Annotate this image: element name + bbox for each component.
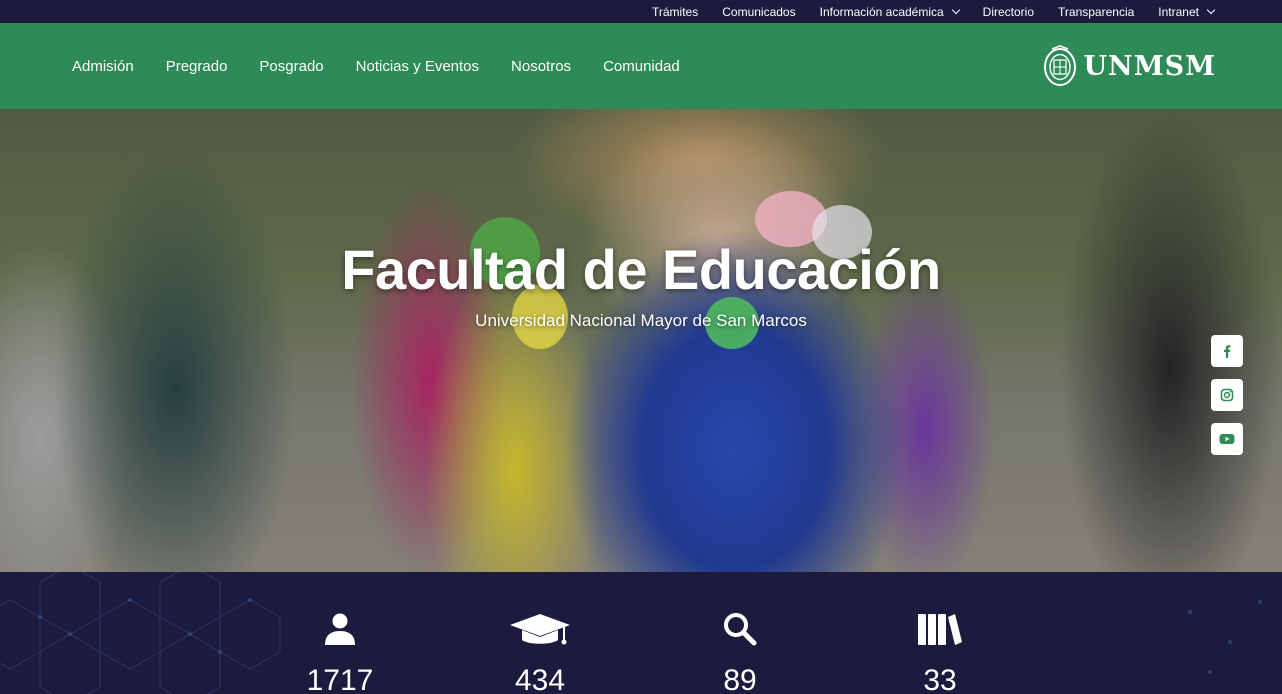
main-nav-links: Admisión Pregrado Posgrado Noticias y Ev… bbox=[72, 23, 712, 109]
youtube-icon bbox=[1219, 434, 1235, 444]
utility-link-label: Directorio bbox=[982, 4, 1035, 19]
search-icon bbox=[724, 613, 757, 646]
utility-link-informacion-academica[interactable]: Información académica bbox=[819, 4, 960, 19]
social-links bbox=[1211, 335, 1243, 467]
utility-link-directorio[interactable]: Directorio bbox=[983, 5, 1034, 19]
utility-link-label: Comunicados bbox=[722, 4, 796, 19]
page-title: Facultad de Educación bbox=[341, 238, 941, 301]
stat-value: 33 bbox=[923, 664, 957, 694]
utility-link-label: Intranet bbox=[1158, 4, 1199, 19]
chevron-down-icon bbox=[951, 5, 960, 14]
nav-comunidad[interactable]: Comunidad bbox=[603, 58, 680, 75]
stat-value: 434 bbox=[514, 664, 566, 694]
books-icon bbox=[918, 614, 962, 645]
user-icon bbox=[325, 613, 355, 645]
utility-link-comunicados[interactable]: Comunicados bbox=[722, 5, 795, 19]
hero-banner: Facultad de Educación Universidad Nacion… bbox=[0, 109, 1282, 572]
top-utility-bar: Trámites Comunicados Información académi… bbox=[0, 0, 1282, 23]
hexagon-pattern-decoration bbox=[0, 572, 1262, 694]
hero-photo-overlay bbox=[0, 109, 1282, 572]
youtube-button[interactable] bbox=[1211, 423, 1243, 455]
main-navigation: Admisión Pregrado Posgrado Noticias y Ev… bbox=[0, 23, 1282, 109]
facebook-icon bbox=[1224, 345, 1231, 358]
nav-noticias-y-eventos[interactable]: Noticias y Eventos bbox=[356, 58, 479, 75]
nav-posgrado[interactable]: Posgrado bbox=[259, 58, 323, 75]
utility-link-label: Transparencia bbox=[1058, 4, 1135, 19]
chevron-down-icon bbox=[1206, 5, 1216, 14]
unmsm-logo[interactable]: UNMSM bbox=[1042, 43, 1217, 89]
utility-link-label: Información académica bbox=[819, 4, 944, 19]
stat-value: 1717 bbox=[306, 664, 374, 694]
statistics-section: 1717 434 89 33 bbox=[0, 572, 1282, 694]
graduation-cap-icon bbox=[510, 614, 570, 645]
stat-value: 89 bbox=[723, 664, 757, 694]
nav-admision[interactable]: Admisión bbox=[72, 58, 134, 75]
utility-nav: Trámites Comunicados Información académi… bbox=[628, 0, 1216, 23]
logo-text: UNMSM bbox=[1083, 50, 1216, 82]
page-subtitle: Universidad Nacional Mayor de San Marcos bbox=[475, 311, 807, 330]
utility-link-label: Trámites bbox=[652, 4, 699, 19]
instagram-icon bbox=[1220, 388, 1234, 402]
facebook-button[interactable] bbox=[1211, 335, 1243, 367]
nav-pregrado[interactable]: Pregrado bbox=[166, 58, 228, 75]
nav-nosotros[interactable]: Nosotros bbox=[511, 58, 571, 75]
instagram-button[interactable] bbox=[1211, 379, 1243, 411]
utility-link-tramites[interactable]: Trámites bbox=[652, 5, 698, 19]
university-seal-icon bbox=[1043, 45, 1076, 86]
utility-link-intranet[interactable]: Intranet bbox=[1158, 4, 1216, 19]
utility-link-transparencia[interactable]: Transparencia bbox=[1058, 5, 1134, 19]
